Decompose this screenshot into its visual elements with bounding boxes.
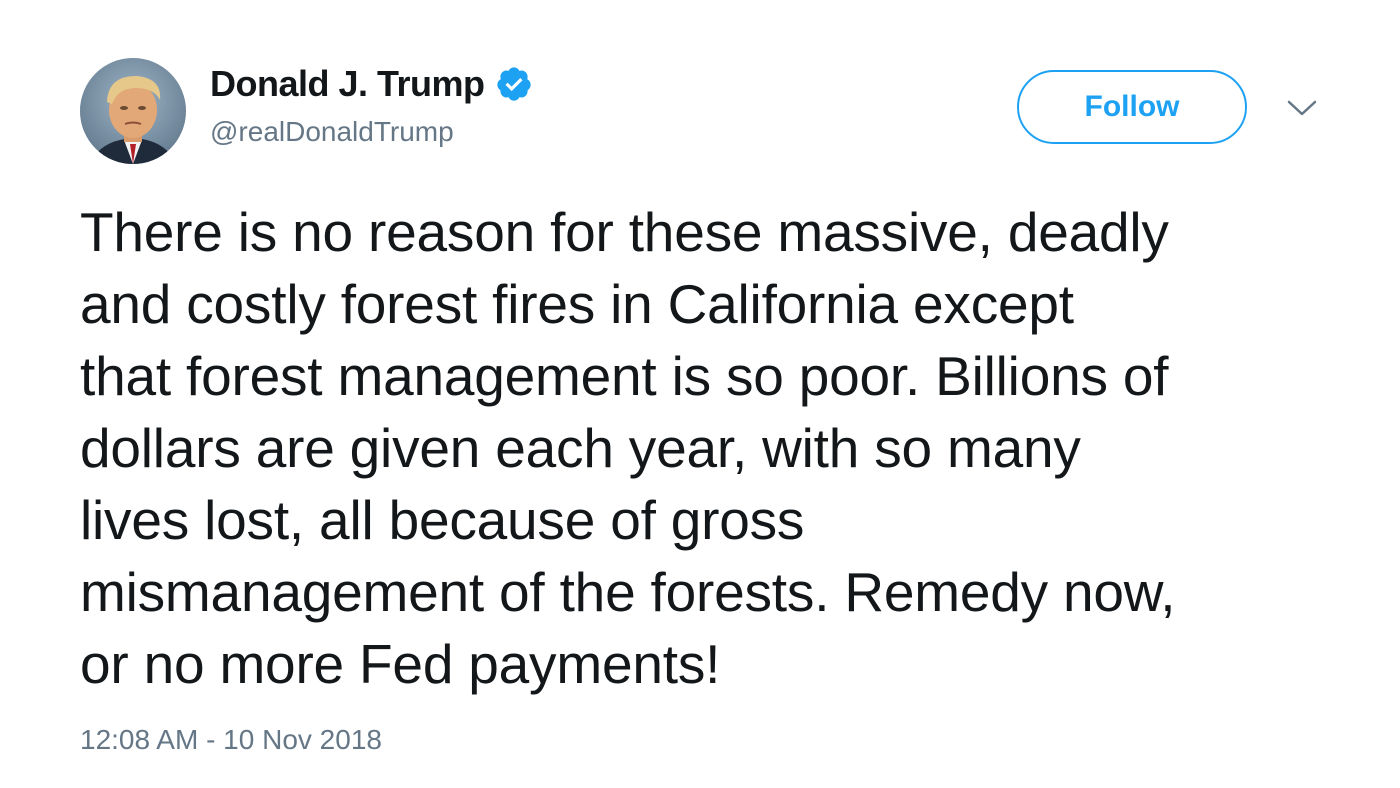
profile-photo-icon xyxy=(80,58,186,164)
display-name-row: Donald J. Trump xyxy=(210,62,533,106)
author-handle[interactable]: @realDonaldTrump xyxy=(210,116,533,148)
author-names: Donald J. Trump @realDonaldTrump xyxy=(210,62,533,148)
chevron-down-icon[interactable] xyxy=(1285,96,1319,120)
tweet-card: Donald J. Trump @realDonaldTrump Follow … xyxy=(0,0,1400,788)
display-name[interactable]: Donald J. Trump xyxy=(210,63,485,105)
follow-button[interactable]: Follow xyxy=(1017,70,1247,144)
tweet-text: There is no reason for these massive, de… xyxy=(80,201,1176,695)
tweet-header: Donald J. Trump @realDonaldTrump Follow xyxy=(80,58,1340,168)
verified-badge-icon xyxy=(495,65,533,103)
tweet-timestamp[interactable]: 12:08 AM - 10 Nov 2018 xyxy=(80,724,382,756)
avatar[interactable] xyxy=(80,58,186,164)
